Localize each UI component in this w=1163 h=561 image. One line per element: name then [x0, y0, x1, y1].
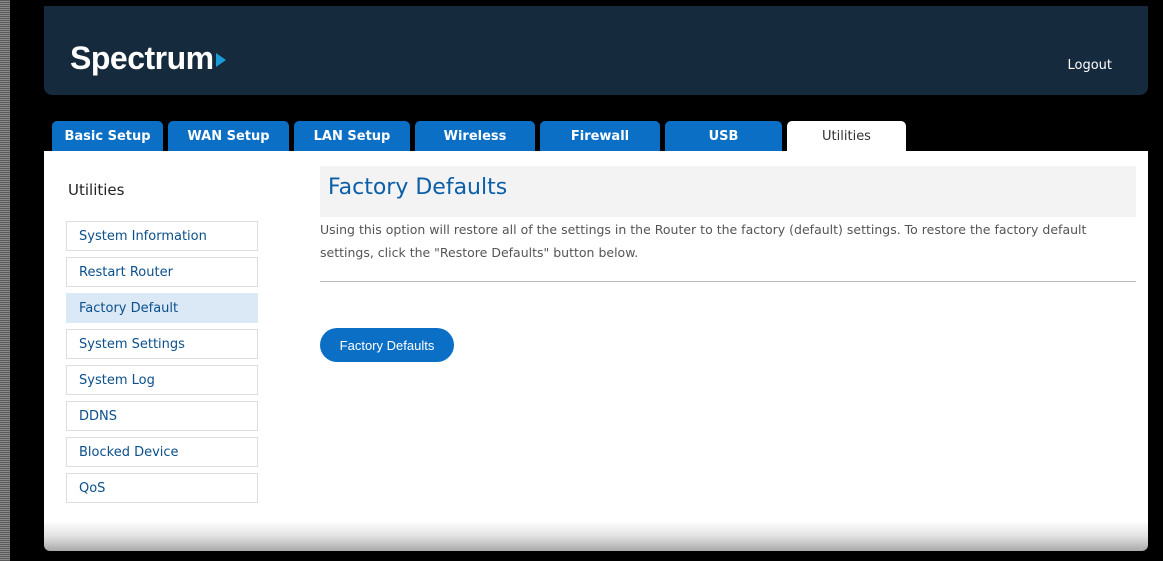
tab-wireless[interactable]: Wireless [415, 121, 535, 151]
sidebar-item-system-log[interactable]: System Log [66, 365, 258, 395]
sidebar-item-restart-router[interactable]: Restart Router [66, 257, 258, 287]
tab-lan-setup[interactable]: LAN Setup [294, 121, 410, 151]
sidebar-item-blocked-device[interactable]: Blocked Device [66, 437, 258, 467]
header-bar: Spectrum Logout [44, 6, 1148, 95]
sidebar-item-qos[interactable]: QoS [66, 473, 258, 503]
main-tabs: Basic Setup WAN Setup LAN Setup Wireless… [44, 121, 1148, 151]
sidebar-item-ddns[interactable]: DDNS [66, 401, 258, 431]
tab-wan-setup[interactable]: WAN Setup [168, 121, 289, 151]
sidebar-title: Utilities [68, 181, 125, 199]
tab-utilities[interactable]: Utilities [787, 121, 906, 151]
logo-text: Spectrum [70, 40, 214, 76]
spectrum-logo[interactable]: Spectrum [70, 42, 226, 74]
page-description: Using this option will restore all of th… [320, 222, 1087, 260]
page-title-box: Factory Defaults [320, 166, 1136, 217]
content-panel: Utilities System Information Restart Rou… [44, 151, 1148, 521]
tab-usb[interactable]: USB [665, 121, 782, 151]
left-edge-stripes [0, 0, 10, 561]
logout-link[interactable]: Logout [1067, 58, 1112, 73]
sidebar-item-system-settings[interactable]: System Settings [66, 329, 258, 359]
tab-basic-setup[interactable]: Basic Setup [52, 121, 163, 151]
footer-bar [44, 521, 1148, 551]
sidebar-item-system-information[interactable]: System Information [66, 221, 258, 251]
section-divider [320, 281, 1136, 282]
logo-arrow-icon [215, 53, 226, 67]
factory-defaults-button[interactable]: Factory Defaults [320, 328, 454, 362]
page-title: Factory Defaults [328, 175, 508, 200]
sidebar-menu: System Information Restart Router Factor… [66, 221, 258, 509]
tab-firewall[interactable]: Firewall [540, 121, 660, 151]
sidebar-item-factory-default[interactable]: Factory Default [66, 293, 258, 323]
